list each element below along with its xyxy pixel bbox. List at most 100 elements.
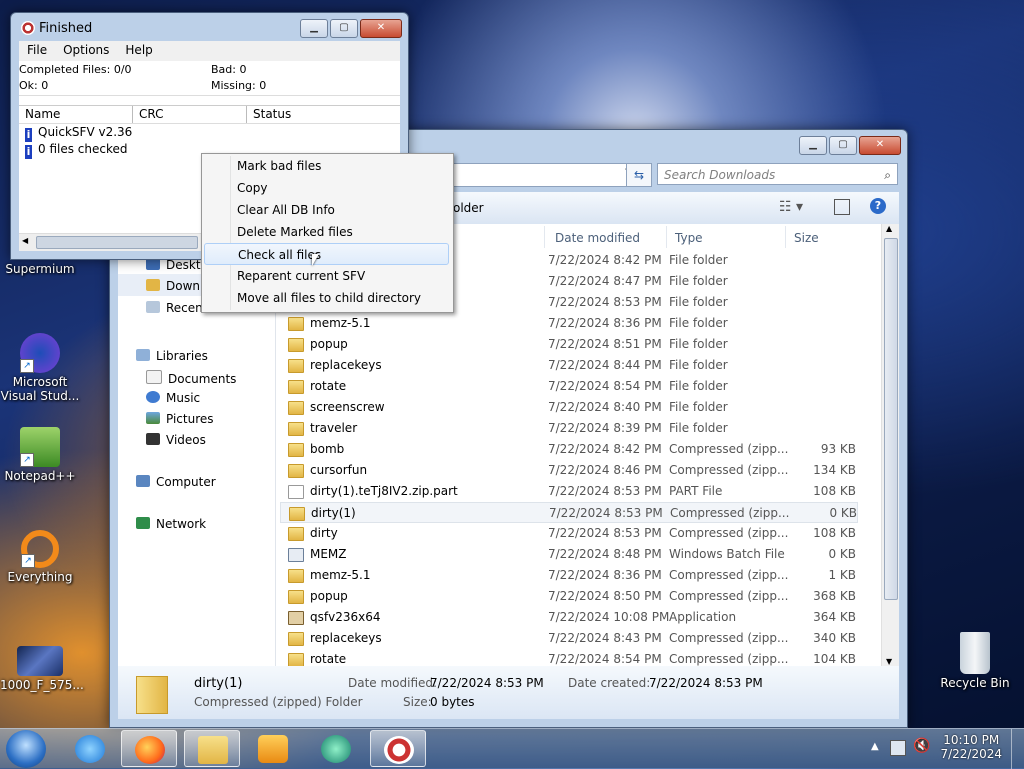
file-row[interactable]: qsfv236x64 7/22/2024 10:08 PM Application 3…	[280, 607, 858, 628]
minimize-button[interactable]: ▁	[799, 136, 827, 155]
column-type[interactable]: Type	[675, 231, 703, 245]
menu-file[interactable]: File	[19, 41, 55, 61]
scroll-left-icon[interactable]: ◀	[22, 236, 28, 245]
file-date-modified: 7/22/2024 8:39 PM	[548, 421, 662, 435]
file-date-modified: 7/22/2024 8:42 PM	[548, 253, 662, 267]
scroll-thumb[interactable]	[36, 236, 198, 249]
menu-item-delete-marked-files[interactable]: Delete Marked files	[204, 221, 449, 243]
scroll-up-icon[interactable]: ▲	[886, 224, 892, 233]
vertical-scrollbar[interactable]: ▲ ▼	[881, 224, 899, 666]
file-row[interactable]: replacekeys 7/22/2024 8:43 PM Compressed (…	[280, 628, 858, 649]
toolbar-new-folder-button[interactable]: older	[453, 201, 484, 215]
nav-videos[interactable]: Videos	[146, 433, 206, 447]
search-input[interactable]: Search Downloads ⌕	[657, 163, 898, 185]
menu-options[interactable]: Options	[55, 41, 117, 61]
desktop-icon-notepadpp[interactable]: ↗ Notepad++	[0, 427, 80, 483]
file-row[interactable]: replacekeys 7/22/2024 8:44 PM File folder	[280, 355, 858, 376]
search-icon[interactable]: ⌕	[884, 164, 891, 186]
file-row[interactable]: cursorfun 7/22/2024 8:46 PM Compressed (zi…	[280, 460, 858, 481]
file-row[interactable]: popup 7/22/2024 8:50 PM Compressed (zipp..…	[280, 586, 858, 607]
taskbar-quicksfv[interactable]	[370, 730, 426, 767]
nav-recent[interactable]: Recent	[146, 301, 207, 315]
file-row[interactable]: bomb 7/22/2024 8:42 PM Compressed (zipp...…	[280, 439, 858, 460]
file-row[interactable]: memz-5.1 7/22/2024 8:36 PM File folder	[280, 313, 858, 334]
file-row[interactable]: popup 7/22/2024 8:51 PM File folder	[280, 334, 858, 355]
taskbar-internet-explorer[interactable]	[62, 730, 118, 767]
file-size: 0 KB	[828, 547, 856, 561]
quicksfv-app-icon	[21, 21, 35, 35]
shortcut-arrow-icon: ↗	[20, 453, 34, 467]
folder-icon	[198, 736, 228, 764]
menu-item-mark-bad-files[interactable]: Mark bad files	[204, 155, 449, 177]
file-row[interactable]: screenscrew 7/22/2024 8:40 PM File folder	[280, 397, 858, 418]
taskbar-media-player[interactable]	[245, 730, 301, 767]
nav-music[interactable]: Music	[146, 391, 200, 405]
desktop-icon-image-file[interactable]: 1000_F_575...	[0, 646, 84, 692]
list-item[interactable]: i0 files checked	[25, 142, 128, 159]
file-row[interactable]: traveler 7/22/2024 8:39 PM File folder	[280, 418, 858, 439]
network-tray-icon[interactable]	[890, 740, 906, 756]
file-name: replacekeys	[310, 631, 382, 645]
nav-documents[interactable]: Documents	[146, 370, 236, 386]
network-icon	[136, 517, 150, 529]
system-clock[interactable]: 10:10 PM 7/22/2024	[940, 733, 1002, 761]
menu-item-move-to-child-directory[interactable]: Move all files to child directory	[204, 287, 449, 309]
file-size: 93 KB	[820, 442, 856, 456]
desktop-icon-recycle-bin[interactable]: Recycle Bin	[935, 632, 1015, 690]
taskbar-firefox[interactable]	[121, 730, 177, 767]
file-row[interactable]: dirty(1).teTj8IV2.zip.part 7/22/2024 8:53…	[280, 481, 858, 502]
taskbar-app-green[interactable]	[308, 730, 364, 767]
column-crc[interactable]: CRC	[139, 107, 164, 121]
close-button[interactable]: ✕	[859, 136, 901, 155]
maximize-button[interactable]: ▢	[829, 136, 857, 155]
file-date-modified: 7/22/2024 10:08 PM	[548, 610, 670, 624]
quicksfv-titlebar[interactable]: Finished ▁ ▢ ✕	[11, 13, 408, 41]
help-icon[interactable]: ?	[870, 198, 886, 214]
refresh-button[interactable]: ⇆	[626, 163, 652, 187]
menu-item-check-all-files[interactable]: Check all files	[204, 243, 449, 265]
info-icon: i	[25, 145, 32, 159]
missing-count-status: Missing: 0	[211, 79, 267, 92]
file-row[interactable]: memz-5.1 7/22/2024 8:36 PM Compressed (zip…	[280, 565, 858, 586]
column-date-modified[interactable]: Date modified	[555, 231, 640, 245]
maximize-button[interactable]: ▢	[330, 19, 358, 38]
show-hidden-icons-icon[interactable]: ▲	[871, 741, 879, 752]
desktop-icon-everything[interactable]: ↗ Everything	[0, 530, 80, 584]
nav-libraries[interactable]: Libraries	[136, 349, 208, 363]
menu-item-reparent-sfv[interactable]: Reparent current SFV	[204, 265, 449, 287]
file-type: Compressed (zipp...	[669, 631, 789, 645]
column-status[interactable]: Status	[253, 107, 291, 121]
green-app-icon	[321, 735, 351, 763]
nav-pictures[interactable]: Pictures	[146, 412, 214, 426]
desktop-icon-visual-studio[interactable]: ↗ Microsoft Visual Stud...	[0, 333, 80, 403]
quicksfv-title: Finished	[39, 21, 93, 36]
column-name[interactable]: Name	[25, 107, 60, 121]
show-desktop-button[interactable]	[1011, 729, 1024, 769]
file-row[interactable]: MEMZ 7/22/2024 8:48 PM Windows Batch File 0…	[280, 544, 858, 565]
nav-network[interactable]: Network	[136, 517, 206, 531]
file-list-header: Name CRC Status	[19, 105, 400, 124]
view-options-icon[interactable]: ☷ ▾	[779, 199, 803, 215]
taskbar-explorer[interactable]	[184, 730, 240, 767]
start-button[interactable]	[6, 730, 46, 768]
recycle-bin-icon	[960, 632, 990, 674]
menu-help[interactable]: Help	[117, 41, 160, 61]
menu-item-clear-db-info[interactable]: Clear All DB Info	[204, 199, 449, 221]
file-size: 368 KB	[813, 589, 856, 603]
nav-computer[interactable]: Computer	[136, 475, 216, 489]
file-row[interactable]: dirty(1) 7/22/2024 8:53 PM Compressed (zip…	[280, 502, 858, 523]
volume-muted-icon[interactable]: 🔇	[913, 738, 930, 754]
scroll-thumb[interactable]	[884, 238, 898, 600]
menu-item-copy[interactable]: Copy	[204, 177, 449, 199]
scroll-down-icon[interactable]: ▼	[886, 657, 892, 666]
preview-pane-icon[interactable]	[834, 199, 850, 215]
minimize-button[interactable]: ▁	[300, 19, 328, 38]
file-row[interactable]: rotate 7/22/2024 8:54 PM File folder	[280, 376, 858, 397]
file-row[interactable]: dirty 7/22/2024 8:53 PM Compressed (zipp..…	[280, 523, 858, 544]
close-button[interactable]: ✕	[360, 19, 402, 38]
zip-icon	[289, 507, 305, 521]
desktop-icon-supermium[interactable]: Supermium	[0, 262, 80, 276]
details-size-label: Size:	[403, 695, 432, 709]
column-size[interactable]: Size	[794, 231, 819, 245]
list-item[interactable]: i QuickSFV v2.36	[25, 125, 132, 142]
